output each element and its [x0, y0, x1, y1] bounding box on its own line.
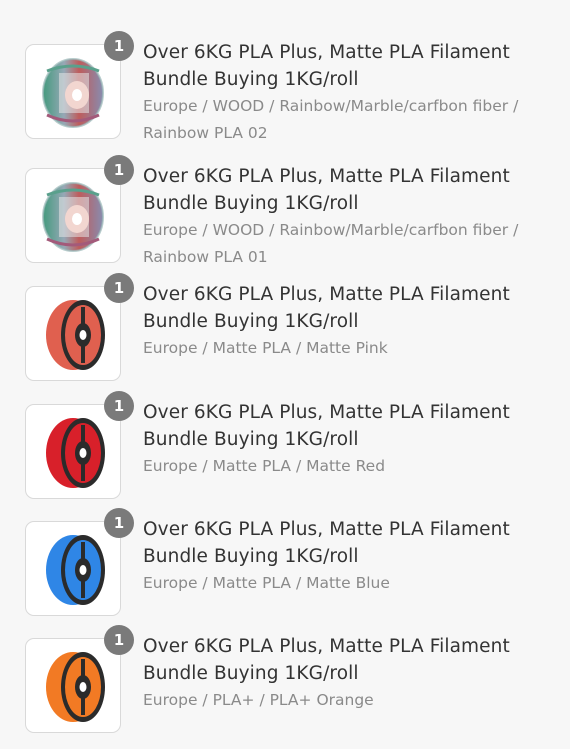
variant-options: Europe / Matte PLA / Matte Blue — [143, 574, 390, 592]
quantity-badge: 1 — [104, 31, 134, 61]
product-thumbnail-wrapper: 1 — [25, 31, 134, 139]
variant-options: Europe / Matte PLA / Matte Pink — [143, 339, 388, 357]
product-thumbnail-wrapper: 1 — [25, 508, 134, 616]
product-thumbnail — [25, 286, 121, 381]
product-title: Over 6KG PLA Plus, Matte PLA Filament Bu… — [143, 284, 510, 332]
item-details: Over 6KG PLA Plus, Matte PLA Filament Bu… — [143, 281, 553, 362]
quantity-badge: 1 — [104, 273, 134, 303]
product-thumbnail — [25, 521, 121, 616]
quantity-badge: 1 — [104, 625, 134, 655]
item-details: Over 6KG PLA Plus, Matte PLA Filament Bu… — [143, 633, 553, 714]
product-title: Over 6KG PLA Plus, Matte PLA Filament Bu… — [143, 636, 510, 684]
item-details: Over 6KG PLA Plus, Matte PLA Filament Bu… — [143, 39, 553, 147]
product-thumbnail — [25, 168, 121, 263]
product-title: Over 6KG PLA Plus, Matte PLA Filament Bu… — [143, 42, 510, 90]
red-filament-spool-image — [46, 418, 105, 488]
product-title: Over 6KG PLA Plus, Matte PLA Filament Bu… — [143, 166, 510, 214]
product-thumbnail — [25, 404, 121, 499]
product-title: Over 6KG PLA Plus, Matte PLA Filament Bu… — [143, 519, 510, 567]
product-thumbnail-wrapper: 1 — [25, 391, 134, 499]
product-title: Over 6KG PLA Plus, Matte PLA Filament Bu… — [143, 402, 510, 450]
product-thumbnail-wrapper: 1 — [25, 625, 134, 733]
product-thumbnail-wrapper: 1 — [25, 155, 134, 263]
quantity-badge: 1 — [104, 155, 134, 185]
product-thumbnail — [25, 44, 121, 139]
quantity-badge: 1 — [104, 508, 134, 538]
orange-filament-spool-image — [46, 652, 105, 722]
variant-options: Europe / PLA+ / PLA+ Orange — [143, 691, 374, 709]
item-details: Over 6KG PLA Plus, Matte PLA Filament Bu… — [143, 399, 553, 480]
product-thumbnail — [25, 638, 121, 733]
blue-filament-spool-image — [46, 535, 105, 605]
order-summary-list: 1 Over 6KG PLA Plus, Matte PLA Filament … — [0, 0, 570, 749]
product-thumbnail-wrapper: 1 — [25, 273, 134, 381]
pink-filament-spool-image — [46, 300, 105, 370]
item-details: Over 6KG PLA Plus, Matte PLA Filament Bu… — [143, 516, 553, 597]
rainbow-filament-spool-image — [42, 182, 104, 252]
rainbow-filament-spool-image — [42, 58, 104, 128]
quantity-badge: 1 — [104, 391, 134, 421]
variant-options: Europe / WOOD / Rainbow/Marble/carfbon f… — [143, 97, 519, 142]
item-details: Over 6KG PLA Plus, Matte PLA Filament Bu… — [143, 163, 553, 271]
variant-options: Europe / Matte PLA / Matte Red — [143, 457, 386, 475]
variant-options: Europe / WOOD / Rainbow/Marble/carfbon f… — [143, 221, 519, 266]
